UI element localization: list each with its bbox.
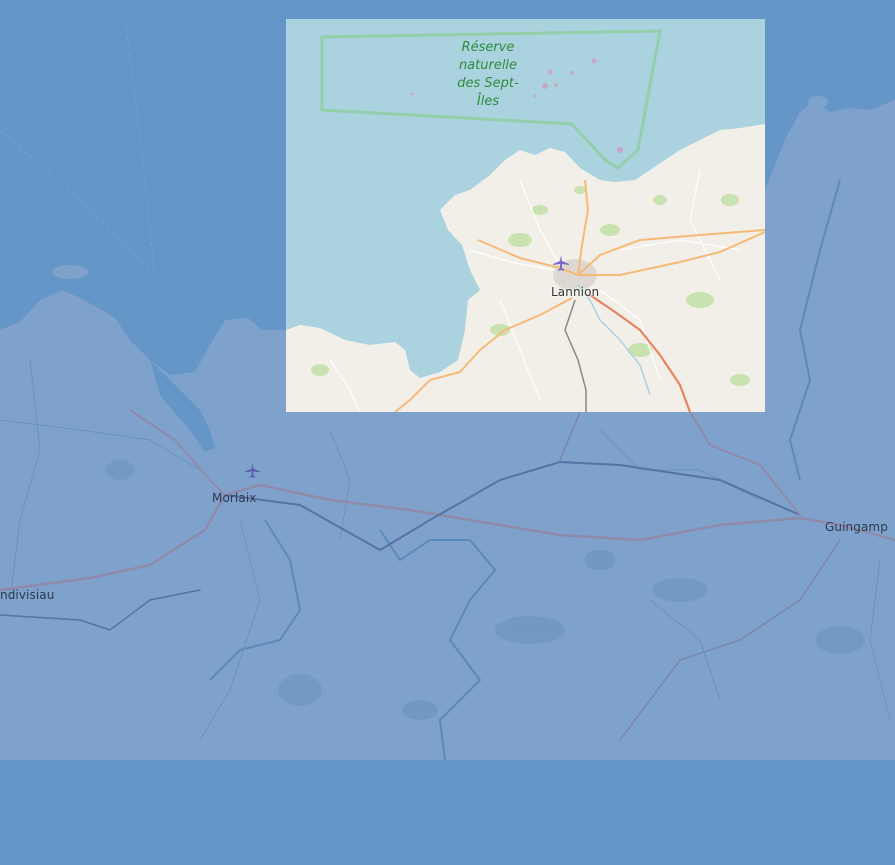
map-canvas[interactable] — [0, 0, 895, 865]
place-label-guingamp[interactable]: Guingamp — [825, 520, 888, 534]
island — [52, 265, 88, 279]
place-label-lannion[interactable]: Lannion — [551, 285, 599, 299]
place-label-morlaix[interactable]: Morlaix — [212, 491, 256, 505]
place-label-landivisiau[interactable]: ndivisiau — [0, 588, 54, 602]
airport-icon — [244, 462, 261, 479]
island — [808, 96, 828, 108]
airport-icon — [553, 255, 569, 271]
reserve-label: Réserve naturelle des Sept- Îles — [457, 40, 519, 109]
